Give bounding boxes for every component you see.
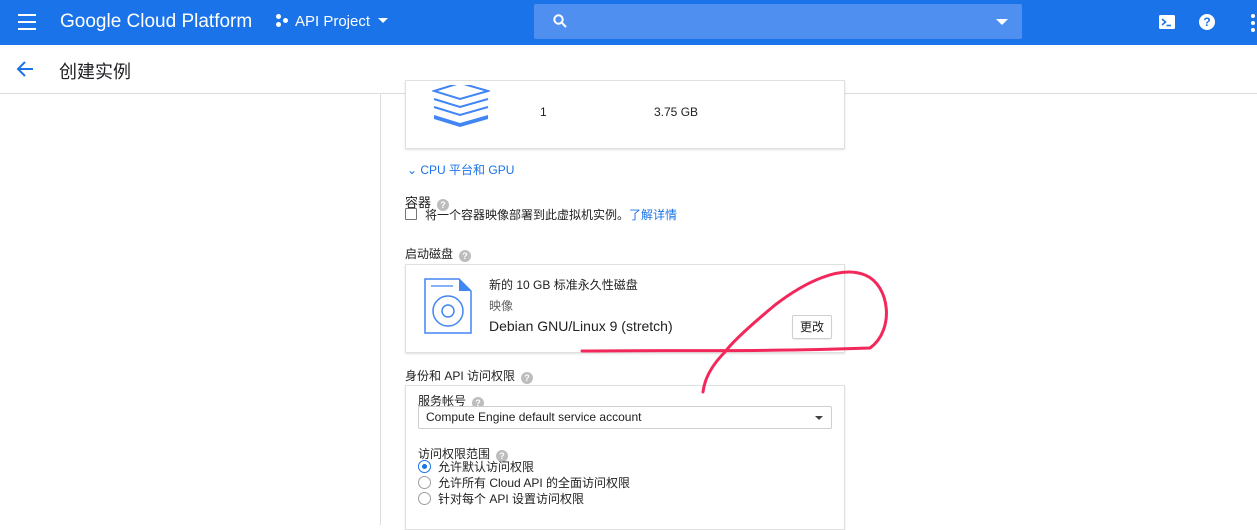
machine-stack-icon: [432, 85, 490, 127]
brand-title[interactable]: Google Cloud Platform: [60, 11, 252, 33]
learn-more-link[interactable]: 了解详情: [629, 208, 677, 222]
scope-label-full: 允许所有 Cloud API 的全面访问权限: [438, 476, 631, 490]
back-arrow-icon[interactable]: [16, 60, 34, 78]
scope-label-per-api: 针对每个 API 设置访问权限: [438, 492, 585, 506]
project-name: API Project: [295, 13, 371, 30]
chevron-down-icon: ⌄: [407, 163, 421, 177]
boot-disk-image-name: Debian GNU/Linux 9 (stretch): [489, 318, 673, 334]
boot-disk-description: 新的 10 GB 标准永久性磁盘: [489, 278, 638, 292]
scope-radio-default[interactable]: [418, 460, 431, 473]
identity-heading: 身份和 API 访问权限?: [405, 367, 534, 384]
help-icon[interactable]: ?: [1198, 13, 1216, 31]
hamburger-menu-icon[interactable]: [16, 12, 38, 32]
search-dropdown-icon[interactable]: [996, 19, 1008, 25]
dropdown-caret-icon: [815, 416, 823, 420]
container-checkbox-label: 将一个容器映像部署到此虚拟机实例。了解详情: [425, 206, 677, 223]
more-options-icon[interactable]: [1244, 13, 1257, 33]
machine-cores: 1: [540, 105, 547, 119]
service-account-value: Compute Engine default service account: [426, 410, 642, 424]
container-checkbox[interactable]: [405, 208, 417, 220]
container-checkbox-text: 将一个容器映像部署到此虚拟机实例。: [425, 208, 630, 222]
boot-disk-heading: 启动磁盘?: [405, 245, 472, 262]
help-circle-icon[interactable]: ?: [521, 372, 534, 384]
help-circle-icon[interactable]: ?: [459, 250, 472, 262]
scope-radio-full[interactable]: [418, 476, 431, 489]
svg-text:?: ?: [1203, 15, 1210, 29]
identity-heading-text: 身份和 API 访问权限: [405, 369, 516, 383]
project-selector[interactable]: API Project: [276, 13, 389, 30]
project-dots-icon: [276, 14, 290, 28]
scope-radio-per-api[interactable]: [418, 492, 431, 505]
cpu-platform-label: CPU 平台和 GPU: [420, 163, 515, 177]
scope-label-default: 允许默认访问权限: [438, 460, 535, 474]
boot-disk-image-label: 映像: [489, 299, 514, 313]
boot-disk-heading-text: 启动磁盘: [405, 247, 454, 261]
cpu-platform-expand-link[interactable]: ⌄ CPU 平台和 GPU: [407, 161, 514, 178]
machine-memory: 3.75 GB: [654, 105, 699, 119]
disk-icon: [424, 278, 472, 334]
search-bar[interactable]: [534, 4, 1022, 39]
page-title: 创建实例: [59, 62, 131, 82]
left-panel: [0, 94, 381, 525]
search-input[interactable]: [574, 10, 974, 32]
service-account-select[interactable]: Compute Engine default service account: [418, 406, 832, 429]
top-app-bar: Google Cloud Platform API Project ?: [0, 0, 1257, 45]
chevron-down-icon: [378, 18, 389, 23]
cloud-shell-icon[interactable]: [1158, 13, 1176, 31]
search-icon: [553, 14, 567, 28]
change-boot-disk-button[interactable]: 更改: [792, 315, 832, 339]
